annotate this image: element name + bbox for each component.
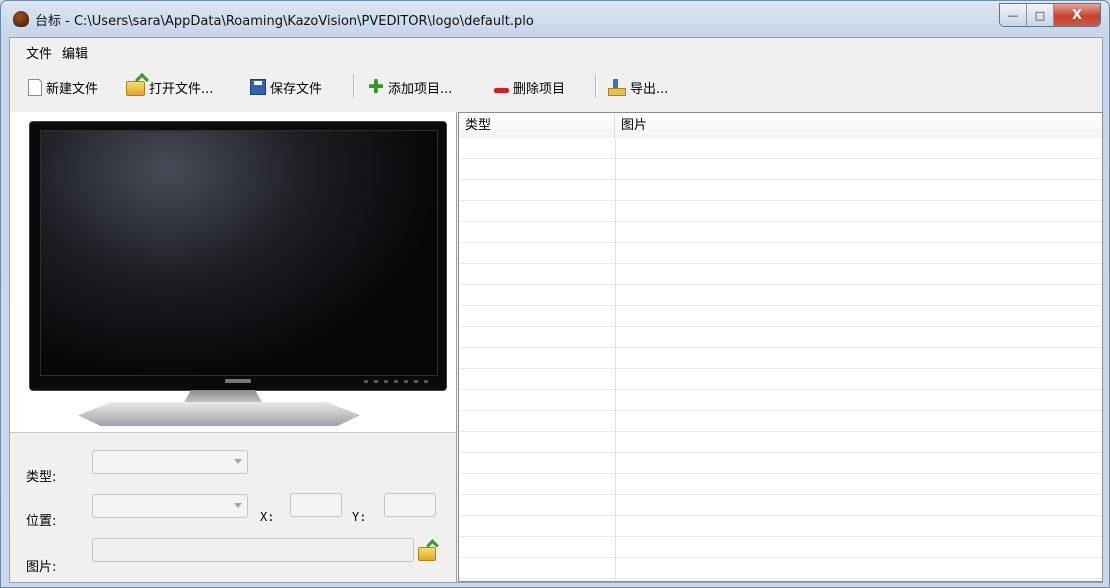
title-bar[interactable]: 台标 - C:\Users\sara\AppData\Roaming\KazoV… — [1, 1, 1109, 37]
image-path-input[interactable] — [92, 538, 414, 562]
toolbar: 新建文件 打开文件... 保存文件 ✚ 添加项目... 删除项目 导出... — [10, 62, 1102, 112]
export-icon — [608, 79, 626, 96]
preview-area — [10, 112, 456, 433]
items-list[interactable]: 类型 图片 — [458, 112, 1103, 582]
type-combo[interactable] — [92, 450, 248, 474]
open-folder-icon — [126, 81, 145, 96]
column-divider — [615, 138, 616, 581]
maximize-button[interactable]: □ — [1027, 4, 1054, 26]
export-button[interactable]: 导出... — [608, 76, 668, 98]
chevron-down-icon — [234, 503, 242, 508]
image-label: 图片: — [26, 560, 57, 575]
app-window: 台标 - C:\Users\sara\AppData\Roaming\KazoV… — [0, 0, 1110, 588]
list-header: 类型 图片 — [459, 113, 1102, 139]
open-file-button[interactable]: 打开文件... — [126, 76, 213, 98]
monitor-buttons — [364, 380, 434, 383]
monitor-image — [30, 122, 446, 390]
export-label: 导出... — [630, 81, 669, 97]
window-title: 台标 - C:\Users\sara\AppData\Roaming\KazoV… — [35, 14, 534, 29]
monitor-screen — [40, 130, 438, 376]
x-label: X: — [260, 510, 275, 524]
monitor-stand-neck — [183, 390, 263, 404]
client-area: 文件 编辑 新建文件 打开文件... 保存文件 ✚ 添加项目... 删除项目 导… — [9, 37, 1103, 583]
properties-panel: 类型: 位置: X: Y: 图片: — [10, 112, 457, 582]
menu-file[interactable]: 文件 — [26, 43, 52, 62]
monitor-stand-base — [78, 402, 360, 426]
delete-item-button[interactable]: 删除项目 — [494, 76, 565, 98]
menu-edit[interactable]: 编辑 — [62, 43, 88, 62]
add-item-label: 添加项目... — [388, 81, 453, 97]
toolbar-separator — [353, 74, 354, 98]
position-label: 位置: — [26, 514, 57, 529]
chevron-down-icon — [234, 459, 242, 464]
save-file-label: 保存文件 — [270, 81, 323, 97]
monitor-brand-logo — [225, 379, 251, 383]
close-button[interactable]: X — [1054, 4, 1100, 26]
new-file-button[interactable]: 新建文件 — [28, 76, 98, 98]
browse-image-button[interactable] — [418, 539, 439, 561]
x-input[interactable] — [290, 493, 342, 517]
plus-icon: ✚ — [368, 76, 384, 98]
app-logo-icon — [13, 11, 29, 27]
delete-item-label: 删除项目 — [513, 81, 566, 97]
list-rows[interactable] — [459, 138, 1102, 581]
menu-bar: 文件 编辑 — [10, 38, 1102, 62]
type-label: 类型: — [26, 470, 57, 485]
new-file-label: 新建文件 — [46, 81, 99, 97]
column-header-image[interactable]: 图片 — [615, 113, 1102, 138]
caption-buttons: — □ X — [999, 3, 1101, 27]
new-file-icon — [28, 78, 42, 96]
save-file-button[interactable]: 保存文件 — [250, 76, 322, 98]
column-header-type[interactable]: 类型 — [459, 113, 615, 138]
toolbar-separator — [595, 74, 596, 98]
open-file-label: 打开文件... — [149, 81, 214, 97]
position-combo[interactable] — [92, 494, 248, 518]
minus-icon — [494, 87, 509, 93]
y-label: Y: — [352, 510, 367, 524]
minimize-button[interactable]: — — [1000, 4, 1027, 26]
add-item-button[interactable]: ✚ 添加项目... — [368, 76, 452, 98]
save-disk-icon — [250, 79, 266, 95]
y-input[interactable] — [384, 493, 436, 517]
